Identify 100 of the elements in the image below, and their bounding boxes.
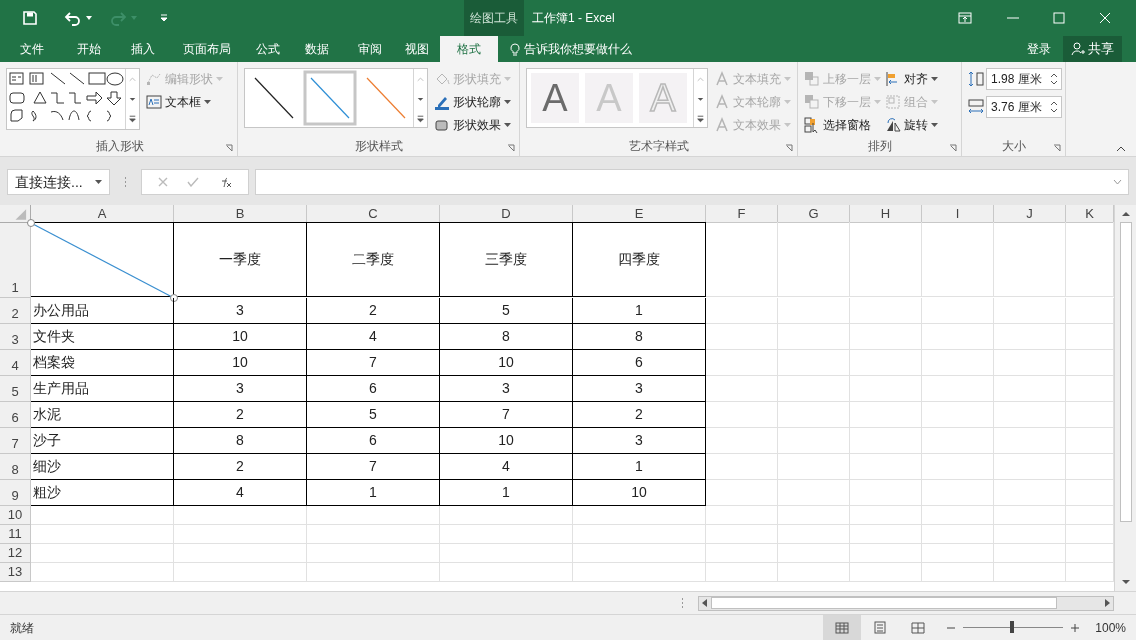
expand-icon[interactable]	[1113, 179, 1122, 185]
table-cell	[706, 324, 778, 350]
scrollbar-thumb[interactable]	[711, 597, 1057, 609]
customize-icon[interactable]	[160, 14, 168, 22]
table-cell	[850, 350, 922, 376]
undo-icon[interactable]	[64, 10, 82, 26]
ribbon-tab[interactable]: 数据	[288, 36, 346, 62]
row-header[interactable]: 8	[0, 454, 31, 480]
table-cell	[706, 376, 778, 402]
table-cell: 文件夹	[31, 324, 174, 350]
dialog-launcher-icon[interactable]	[949, 144, 957, 152]
table-cell	[706, 506, 778, 525]
group-label: 形状样式	[354, 138, 403, 155]
sign-in-link[interactable]: 登录	[1019, 36, 1059, 62]
table-cell	[922, 563, 994, 582]
table-cell: 三季度	[440, 222, 573, 297]
ribbon-tab[interactable]: 审阅	[346, 36, 394, 62]
table-cell	[706, 480, 778, 506]
ribbon-tab[interactable]: 插入	[120, 36, 166, 62]
shape-effect-icon	[434, 117, 450, 133]
row-header[interactable]: 2	[0, 298, 31, 324]
table-cell: 生产用品	[31, 376, 174, 402]
row-header[interactable]: 13	[0, 563, 31, 582]
dialog-launcher-icon[interactable]	[507, 144, 515, 152]
wordart-style-thumbnail[interactable]: A	[531, 73, 579, 123]
table-cell: 二季度	[307, 222, 440, 297]
table-cell: 10	[440, 428, 573, 454]
column-header[interactable]: G	[778, 205, 850, 223]
table-cell	[850, 324, 922, 350]
zoom-in-icon[interactable]	[1071, 623, 1080, 632]
dropdown-icon	[931, 76, 938, 82]
normal-view-icon[interactable]	[823, 615, 862, 640]
table-cell: 沙子	[31, 428, 174, 454]
ribbon-command[interactable]: 对齐	[885, 68, 938, 90]
ribbon-command[interactable]: 旋转	[885, 114, 938, 136]
table-cell: 3	[573, 428, 706, 454]
row-header[interactable]: 6	[0, 402, 31, 428]
table-cell: 10	[174, 324, 307, 350]
zoom-slider-thumb[interactable]	[1010, 621, 1015, 633]
name-box[interactable]: 直接连接...	[7, 169, 110, 195]
ribbon-command[interactable]: 选择窗格	[804, 114, 881, 136]
share-button[interactable]: 共享	[1063, 36, 1122, 62]
row-header[interactable]: 11	[0, 525, 31, 544]
column-header[interactable]: F	[706, 205, 778, 223]
column-header[interactable]: D	[440, 205, 573, 223]
column-header[interactable]: K	[1066, 205, 1114, 223]
table-cell	[778, 376, 850, 402]
column-header[interactable]: A	[31, 205, 174, 223]
group-icon	[885, 94, 901, 110]
spin-arrows-icon[interactable]	[1050, 72, 1058, 86]
tell-me-field[interactable]: 告诉我你想要做什么	[524, 40, 632, 58]
row-header[interactable]: 12	[0, 544, 31, 563]
ribbon-command[interactable]: 文本框	[146, 91, 223, 113]
row-header[interactable]: 4	[0, 350, 31, 376]
dropdown-icon	[216, 76, 223, 82]
column-header[interactable]: I	[922, 205, 994, 223]
table-cell	[994, 402, 1066, 428]
row-header[interactable]: 9	[0, 480, 31, 506]
column-header[interactable]: C	[307, 205, 440, 223]
ribbon-tab[interactable]: 公式	[248, 36, 288, 62]
ribbon-command[interactable]: 形状轮廓	[434, 91, 511, 113]
save-icon[interactable]	[22, 10, 38, 26]
zoom-level[interactable]: 100%	[1095, 618, 1126, 637]
ribbon-tab[interactable]: 页面布局	[166, 36, 248, 62]
column-header[interactable]: E	[573, 205, 706, 223]
size-spin-field[interactable]: 1.98 厘米	[986, 68, 1062, 90]
line-style-thumbnail[interactable]	[303, 69, 357, 127]
text-a-icon	[714, 71, 730, 87]
ribbon-tab[interactable]: 格式	[440, 36, 498, 62]
table-cell	[706, 454, 778, 480]
dropdown-icon[interactable]	[85, 15, 93, 21]
collapse-ribbon-icon[interactable]	[1116, 146, 1126, 152]
spin-arrows-icon[interactable]	[1050, 100, 1058, 114]
dialog-launcher-icon[interactable]	[225, 144, 233, 152]
ribbon-command[interactable]: 形状效果	[434, 114, 511, 136]
ribbon-tab[interactable]: 视图	[394, 36, 440, 62]
ribbon-tab[interactable]: 开始	[58, 36, 120, 62]
row-header[interactable]: 1	[0, 223, 31, 298]
ribbon-tab[interactable]: 文件	[6, 36, 58, 62]
scrollbar-thumb[interactable]	[1119, 222, 1132, 522]
row-header[interactable]: 7	[0, 428, 31, 454]
column-header[interactable]: J	[994, 205, 1066, 223]
table-cell: 7	[440, 402, 573, 428]
edit-points-icon	[146, 71, 162, 87]
size-spin-field[interactable]: 3.76 厘米	[986, 96, 1062, 118]
row-header[interactable]: 3	[0, 324, 31, 350]
dropdown-icon	[504, 122, 511, 128]
row-header[interactable]: 5	[0, 376, 31, 402]
table-cell	[922, 454, 994, 480]
row-header[interactable]: 10	[0, 506, 31, 525]
table-cell	[850, 506, 922, 525]
column-header[interactable]: H	[850, 205, 922, 223]
diagonal-line[interactable]	[27, 219, 178, 302]
table-cell	[778, 298, 850, 324]
column-header[interactable]: B	[174, 205, 307, 223]
dialog-launcher-icon[interactable]	[785, 144, 793, 152]
formula-field[interactable]	[255, 169, 1129, 195]
table-cell: 4	[307, 324, 440, 350]
dialog-launcher-icon[interactable]	[1053, 144, 1061, 152]
text-box-icon	[146, 94, 162, 110]
